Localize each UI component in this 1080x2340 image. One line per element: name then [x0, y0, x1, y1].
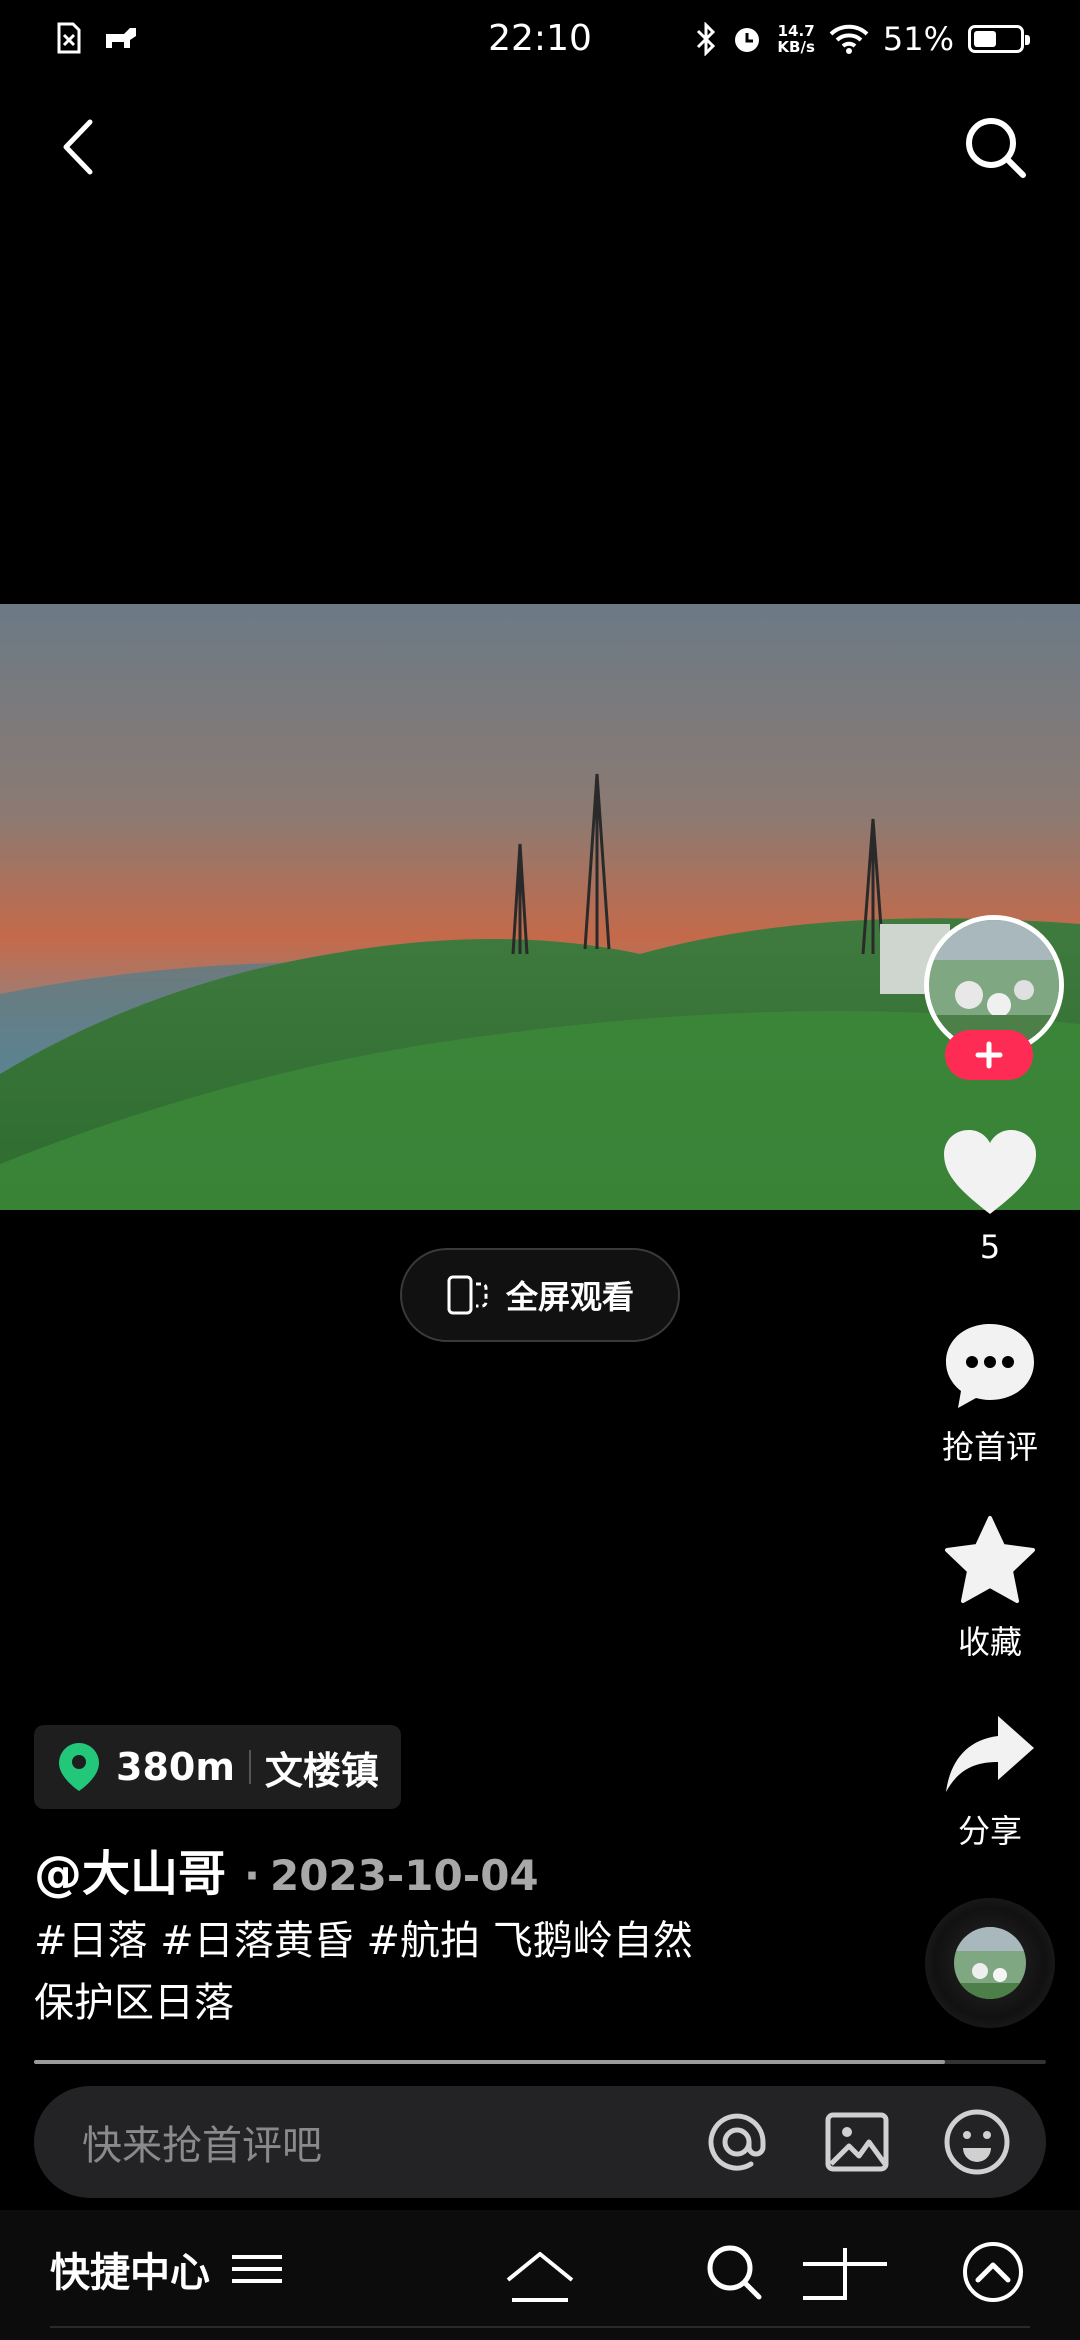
- fullscreen-button[interactable]: 全屏观看: [400, 1248, 680, 1342]
- comment-input-bar[interactable]: 快来抢首评吧: [34, 2086, 1046, 2198]
- location-distance: 380m: [116, 1745, 235, 1789]
- favorite-label: 收藏: [957, 1623, 1022, 1661]
- location-divider: [248, 1750, 251, 1784]
- emoji-button[interactable]: [942, 2107, 1012, 2177]
- post-date: 2023-10-04: [269, 1851, 539, 1900]
- post-caption[interactable]: #日落 #日落黄昏 #航拍 飞鹅岭自然 保护区日落: [34, 1910, 774, 2034]
- star-icon: [945, 1516, 1035, 1603]
- back-icon: [63, 119, 93, 175]
- video-frame: [0, 604, 1080, 1210]
- battery-icon: [968, 25, 1030, 53]
- fullscreen-label: 全屏观看: [505, 1278, 634, 1316]
- back-button[interactable]: [50, 112, 110, 182]
- author-row: @大山哥 · 2023-10-04: [34, 1834, 539, 1904]
- quick-center-label: 快捷中心: [50, 2250, 210, 2296]
- caption-line-2: 保护区日落: [34, 1980, 234, 2026]
- alarm-icon: [735, 28, 760, 52]
- fullscreen-icon: [447, 1275, 488, 1315]
- status-right-icons: 14.7 KB/s 51%: [695, 20, 1030, 58]
- net-speed: 14.7 KB/s: [777, 22, 815, 56]
- music-disc[interactable]: [925, 1898, 1055, 2028]
- status-bar: 22:10 14.7 KB/s 51%: [0, 0, 1080, 90]
- nav-divider: [50, 2326, 1030, 2328]
- at-icon: [708, 2113, 766, 2171]
- share-icon: [946, 1716, 1034, 1792]
- nav-back-button[interactable]: [795, 2240, 895, 2310]
- heart-icon: [944, 1130, 1036, 1214]
- video-player[interactable]: [0, 604, 1080, 1210]
- emoji-icon: [944, 2109, 1010, 2175]
- location-tag[interactable]: 380m 文楼镇: [34, 1725, 401, 1809]
- follow-button[interactable]: [945, 1030, 1033, 1080]
- nav-search-icon: [707, 2245, 762, 2300]
- home-button[interactable]: [500, 2240, 580, 2310]
- nav-up-button[interactable]: [958, 2240, 1038, 2310]
- nav-search-button[interactable]: [700, 2240, 780, 2310]
- music-cover: [954, 1927, 1026, 1999]
- image-icon: [825, 2112, 889, 2172]
- nav-up-icon: [963, 2242, 1023, 2302]
- post-date-separator: ·: [244, 1851, 260, 1900]
- system-navigation-bar: 快捷中心: [0, 2210, 1080, 2340]
- like-count: 5: [979, 1228, 1001, 1266]
- like-button[interactable]: 5: [900, 1128, 1080, 1266]
- comment-input-placeholder[interactable]: 快来抢首评吧: [82, 2113, 702, 2171]
- mention-button[interactable]: [702, 2107, 772, 2177]
- location-pin-icon: [59, 1743, 99, 1791]
- image-button[interactable]: [822, 2107, 892, 2177]
- search-button[interactable]: [960, 112, 1030, 182]
- author-name[interactable]: @大山哥: [34, 1834, 226, 1904]
- nav-back-icon: [803, 2248, 887, 2300]
- menu-icon: [232, 2255, 282, 2283]
- share-label: 分享: [957, 1812, 1022, 1850]
- battery-percent: 51%: [882, 20, 954, 58]
- home-icon: [506, 2252, 574, 2302]
- video-progress-fill: [34, 2060, 945, 2064]
- comment-icon: [946, 1324, 1034, 1408]
- plus-icon: [975, 1041, 1003, 1069]
- comment-button[interactable]: 抢首评: [900, 1320, 1080, 1468]
- quick-center-button[interactable]: 快捷中心: [50, 2240, 284, 2298]
- bluetooth-icon: [697, 22, 716, 56]
- search-icon: [966, 118, 1026, 178]
- wifi-icon: [829, 24, 869, 54]
- comment-label: 抢首评: [941, 1428, 1038, 1466]
- location-place: 文楼镇: [264, 1748, 379, 1793]
- share-button[interactable]: 分享: [900, 1712, 1080, 1852]
- caption-line-1: #日落 #日落黄昏 #航拍 飞鹅岭自然: [34, 1918, 693, 1964]
- video-progress-bar[interactable]: [34, 2060, 1046, 2064]
- favorite-button[interactable]: 收藏: [900, 1515, 1080, 1663]
